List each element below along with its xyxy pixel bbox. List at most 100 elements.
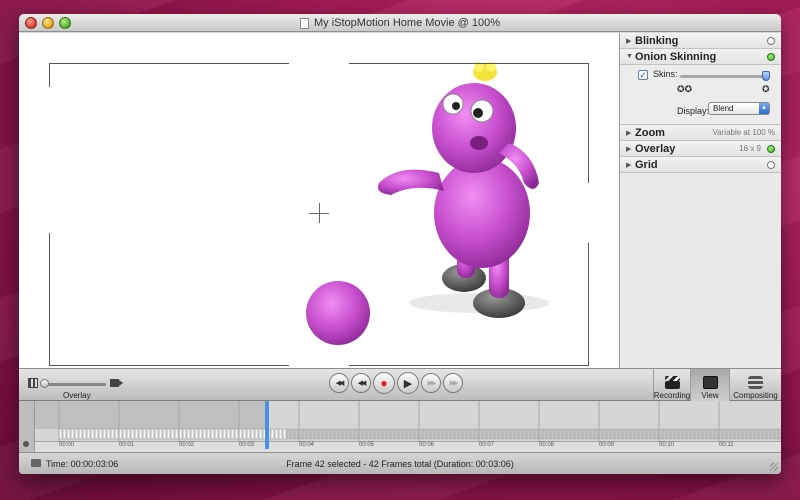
frame-cell	[62, 428, 67, 440]
status-message: Frame 42 selected - 42 Frames total (Dur…	[286, 459, 514, 469]
frame-cell	[290, 428, 295, 440]
section-label: Zoom	[635, 126, 665, 139]
zoom-button[interactable]	[59, 17, 71, 29]
frame-cell	[206, 428, 211, 440]
play-button[interactable]: ▶	[397, 372, 419, 394]
frame-cell	[670, 428, 675, 440]
frame-cell	[654, 428, 659, 440]
record-button[interactable]: ●	[373, 372, 395, 394]
forward-to-end-button[interactable]: ▶▶	[443, 373, 463, 393]
mode-recording[interactable]: Recording	[653, 369, 690, 402]
timeline-tick-label: 00:11	[719, 442, 734, 448]
frame-cell	[218, 428, 223, 440]
timeline-tick-label: 00:09	[599, 442, 615, 448]
frame-cell	[150, 428, 155, 440]
frame-cell	[458, 428, 463, 440]
rewind-to-start-button[interactable]: ◀◀	[329, 373, 349, 393]
skins-slider[interactable]	[680, 71, 770, 81]
frame-cell	[714, 428, 719, 440]
section-onion-skinning[interactable]: ▼ Onion Skinning	[620, 49, 781, 65]
frame-cell	[390, 428, 395, 440]
frame-cell	[346, 428, 351, 440]
frame-cell	[306, 428, 311, 440]
skins-label: Skins:	[653, 69, 678, 79]
frame-cell	[610, 428, 615, 440]
section-overlay[interactable]: ▶ Overlay 16 x 9	[620, 141, 781, 157]
playhead[interactable]	[265, 401, 269, 449]
timeline[interactable]: 00:00 00:01 00:02 00:03 00:04 00:05 00:06 00:07…	[19, 401, 781, 452]
frame-cell	[66, 428, 71, 440]
frame-cell	[646, 428, 651, 440]
frame-guide-bottom-left	[49, 233, 289, 366]
timeline-tick-label: 00:01	[119, 442, 135, 448]
frame-cell	[162, 428, 167, 440]
frame-cell	[74, 428, 79, 440]
frame-cell	[402, 428, 407, 440]
disclosure-right-icon[interactable]: ▶	[626, 161, 635, 169]
resize-grip[interactable]	[770, 463, 778, 471]
preview-stage[interactable]	[19, 33, 619, 368]
mode-view[interactable]: View	[690, 369, 729, 402]
overlay-slider-knob[interactable]	[40, 379, 49, 388]
overlay-slider[interactable]	[40, 379, 106, 388]
disclosure-right-icon[interactable]: ▶	[626, 37, 635, 45]
frame-cell	[594, 428, 599, 440]
section-blinking[interactable]: ▶ Blinking	[620, 33, 781, 49]
frame-cell	[378, 428, 383, 440]
frame-cell	[494, 428, 499, 440]
time-ruler[interactable]: 00:00 00:01 00:02 00:03 00:04 00:05 00:06 00:07…	[35, 441, 781, 452]
close-button[interactable]	[25, 17, 37, 29]
disclosure-down-icon[interactable]: ▼	[626, 53, 635, 60]
timeline-tick-label: 00:00	[59, 442, 75, 448]
frame-cell	[398, 428, 403, 440]
title-bar[interactable]: My iStopMotion Home Movie @ 100%	[19, 14, 781, 32]
mode-compositing[interactable]: Compositing	[729, 369, 781, 402]
frame-cell	[738, 428, 743, 440]
timeline-tick-label: 00:03	[239, 442, 255, 448]
frame-cell	[294, 428, 299, 440]
control-bar: Overlay ◀◀ ◀◀ ● ▶ ▶▶ ▶▶ Recording View C…	[19, 368, 781, 402]
frame-cell	[430, 428, 435, 440]
section-grid[interactable]: ▶ Grid	[620, 157, 781, 173]
section-zoom[interactable]: ▶ Zoom Variable at 100 %	[620, 125, 781, 141]
frame-cell	[370, 428, 375, 440]
frame-cell	[338, 428, 343, 440]
blinking-toggle[interactable]	[767, 36, 775, 45]
grid-toggle[interactable]	[767, 160, 775, 169]
frame-cell	[566, 428, 571, 440]
display-select[interactable]: Blend ▲	[708, 102, 770, 115]
frame-cell	[410, 428, 415, 440]
section-label: Blinking	[635, 34, 679, 47]
onion-skinning-toggle[interactable]	[767, 52, 775, 61]
disclosure-right-icon[interactable]: ▶	[626, 145, 635, 153]
select-arrows-icon: ▲	[759, 103, 769, 114]
frame-cell	[774, 428, 779, 440]
frame-cell	[710, 428, 715, 440]
frame-cell	[302, 428, 307, 440]
frame-cell	[438, 428, 443, 440]
step-forward-button[interactable]: ▶▶	[421, 373, 441, 393]
step-back-button[interactable]: ◀◀	[351, 373, 371, 393]
view-icon	[702, 376, 718, 389]
mode-label: Recording	[653, 391, 691, 400]
frame-cell	[382, 428, 387, 440]
disclosure-right-icon[interactable]: ▶	[626, 129, 635, 137]
frame-cell	[618, 428, 623, 440]
frame-cell	[138, 428, 143, 440]
minimize-button[interactable]	[42, 17, 54, 29]
frame-cell	[234, 428, 239, 440]
frame-cell	[310, 428, 315, 440]
frames-track[interactable]	[35, 401, 781, 441]
frame-cell	[682, 428, 687, 440]
frame-cell	[442, 428, 447, 440]
frame-cell	[406, 428, 411, 440]
frame-cell	[550, 428, 555, 440]
overlay-toggle[interactable]	[767, 144, 775, 153]
frame-cell	[542, 428, 547, 440]
skins-slider-knob[interactable]	[762, 71, 770, 81]
frame-cell	[474, 428, 479, 440]
frame-cell	[170, 428, 175, 440]
skins-checkbox[interactable]: ✓	[638, 70, 648, 80]
frame-cell	[562, 428, 567, 440]
frame-cell	[626, 428, 631, 440]
